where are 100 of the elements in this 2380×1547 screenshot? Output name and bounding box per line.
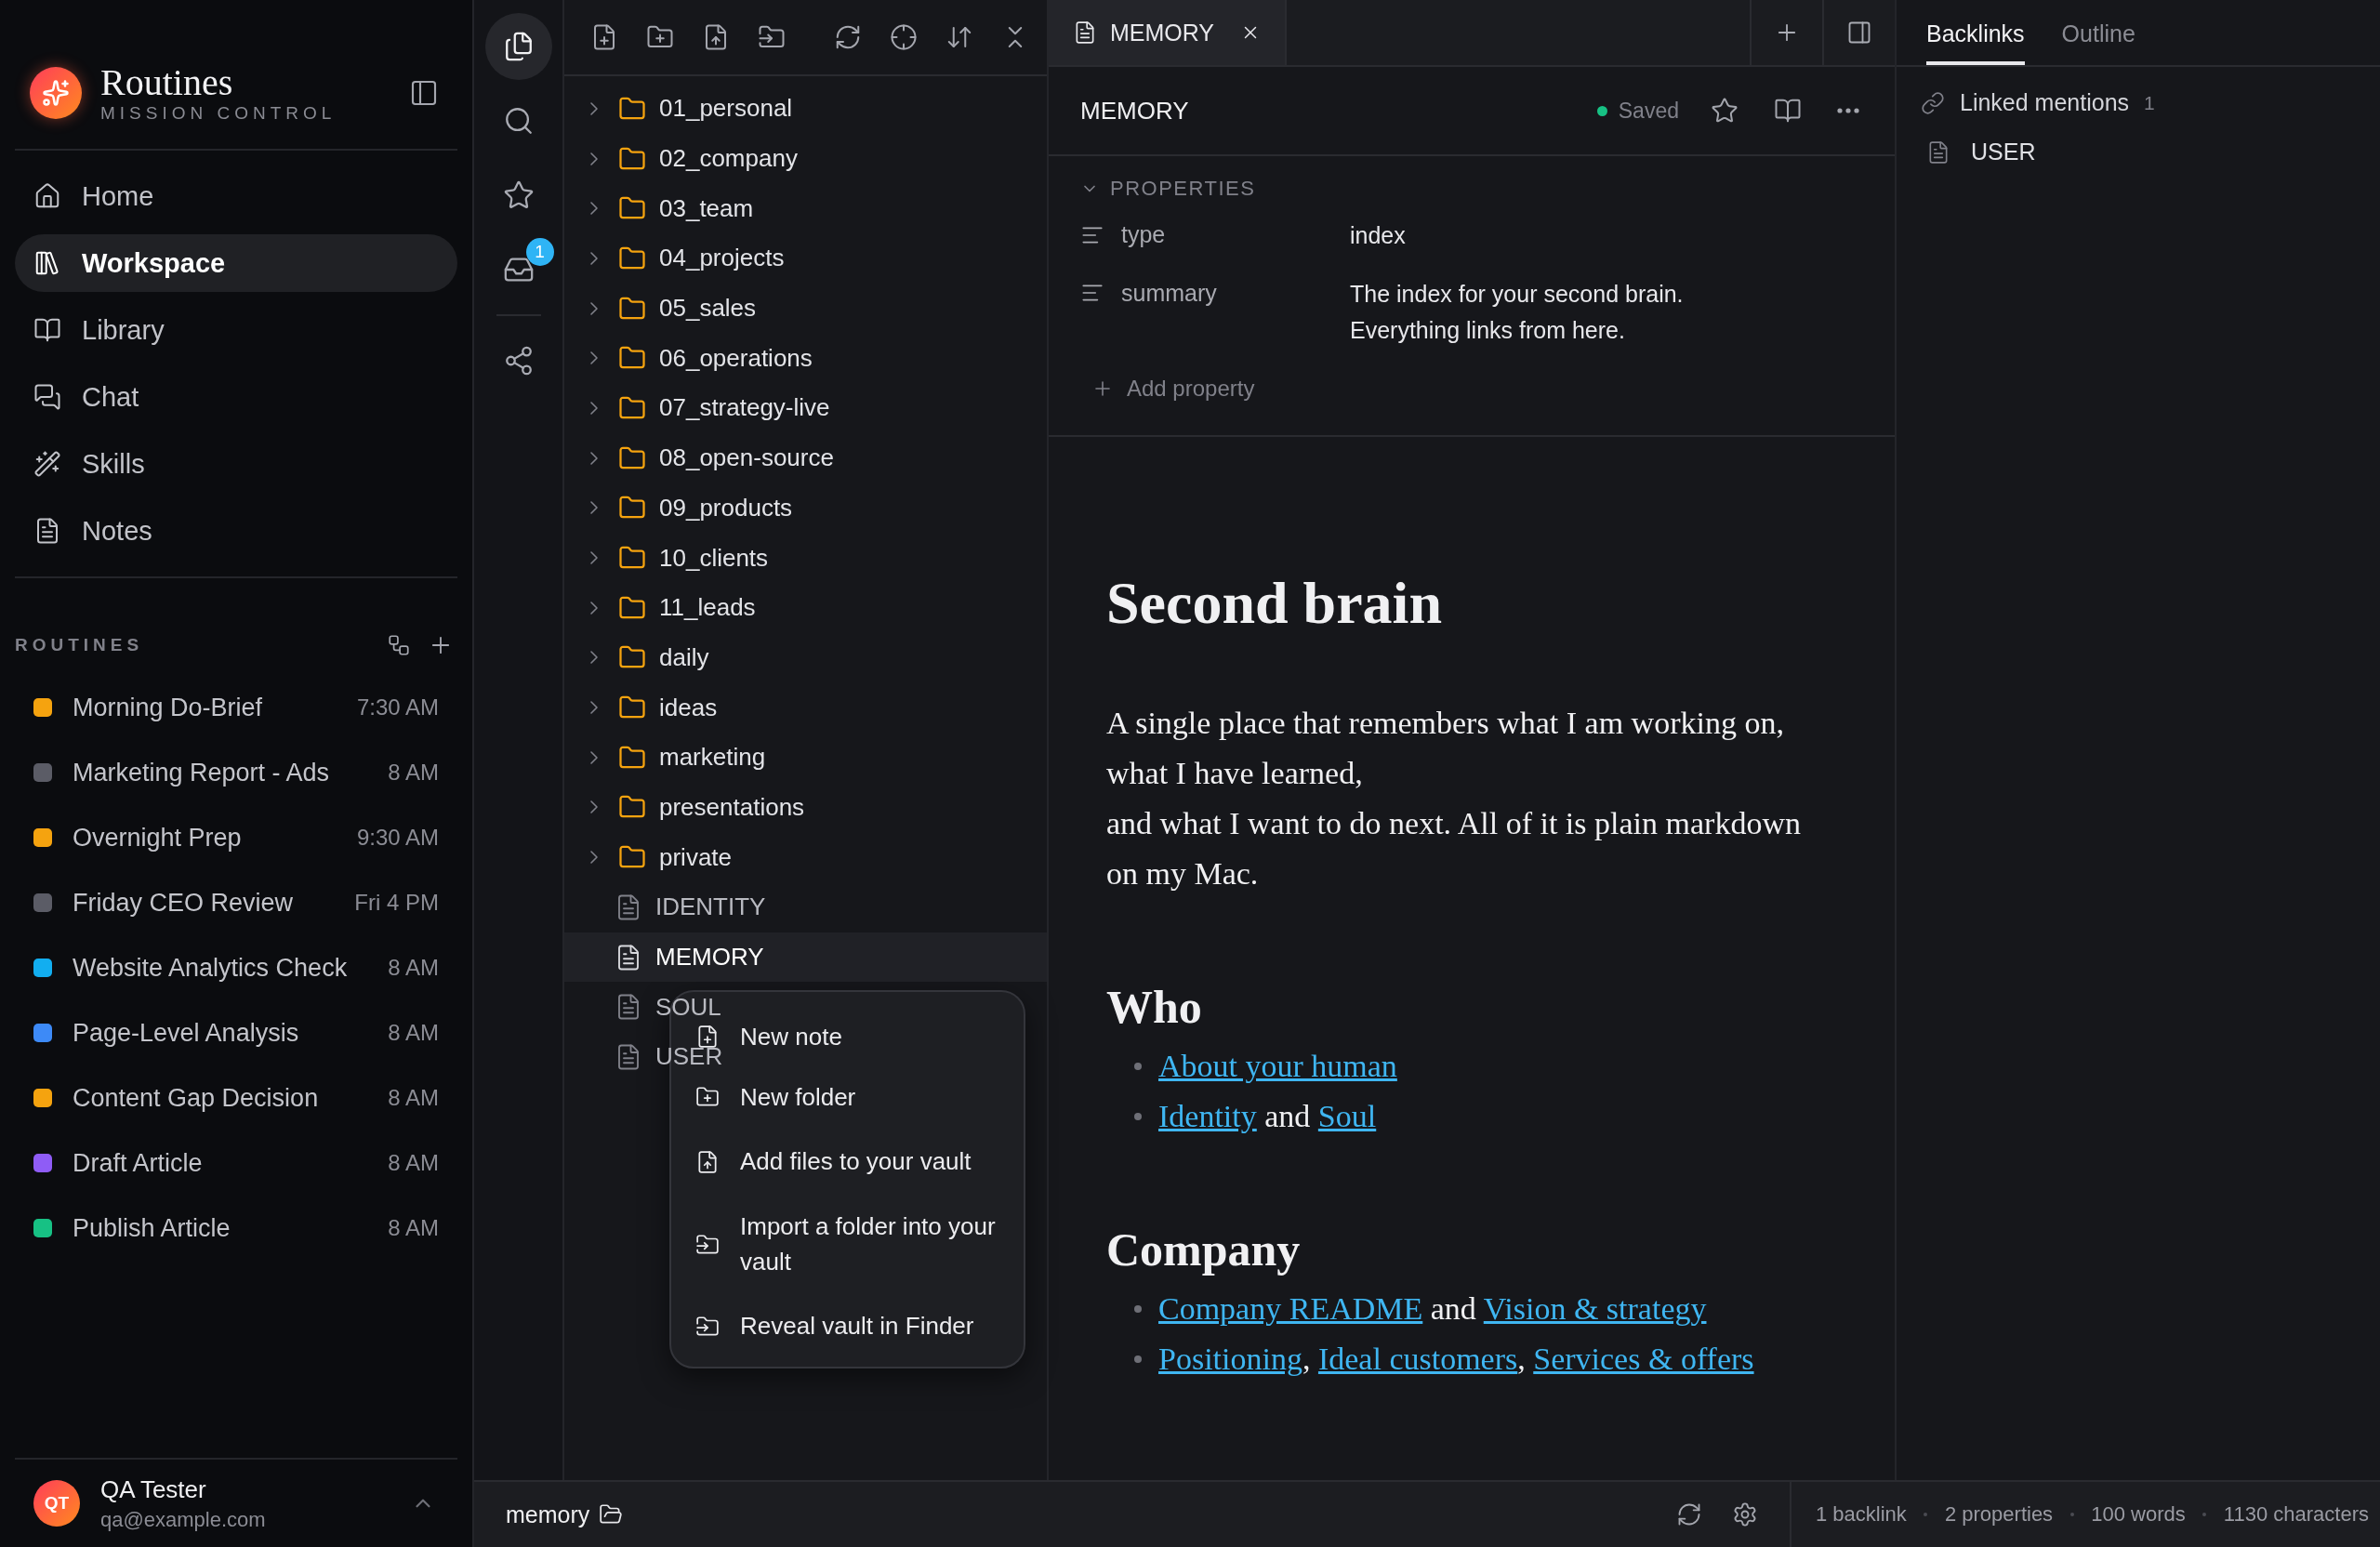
document-link[interactable]: Services & offers: [1533, 1342, 1754, 1377]
routine-item[interactable]: Morning Do-Brief 7:30 AM: [15, 675, 457, 740]
link-icon: [1921, 90, 1945, 115]
folder-name: 01_personal: [659, 94, 793, 124]
backlink-item[interactable]: USER: [1897, 126, 2380, 178]
document-link[interactable]: Ideal customers: [1317, 1342, 1518, 1377]
file-item[interactable]: USER: [564, 1032, 723, 1082]
crosshair-icon: [890, 23, 918, 51]
menu-item[interactable]: New folder: [671, 1079, 1024, 1116]
routine-item[interactable]: Publish Article 8 AM: [15, 1196, 457, 1261]
bullet-icon: [1134, 1305, 1142, 1314]
routine-name: Content Gap Decision: [73, 1083, 320, 1113]
file-plus-icon: [695, 1025, 720, 1050]
nav-item[interactable]: Workspace: [15, 234, 457, 292]
document-link[interactable]: Identity: [1158, 1099, 1257, 1134]
document-link[interactable]: Positioning: [1158, 1342, 1302, 1377]
folder-item[interactable]: 08_open-source: [564, 432, 834, 483]
routine-item[interactable]: Draft Article 8 AM: [15, 1130, 457, 1196]
user-email: qa@example.com: [100, 1507, 267, 1532]
editor-tab[interactable]: MEMORY: [1049, 0, 1288, 65]
routine-item[interactable]: Page-Level Analysis 8 AM: [15, 1000, 457, 1065]
routine-time: 8 AM: [388, 1020, 439, 1046]
routine-item[interactable]: Website Analytics Check 8 AM: [15, 935, 457, 1000]
folder-item[interactable]: presentations: [564, 782, 805, 833]
menu-item[interactable]: Reveal vault in Finder: [671, 1309, 1024, 1345]
folder-import-icon: [695, 1232, 720, 1257]
properties-toggle[interactable]: PROPERTIES: [1080, 169, 1256, 208]
nav-item[interactable]: Notes: [15, 502, 457, 560]
property-value: index: [1350, 221, 1406, 250]
document-link[interactable]: Company README: [1158, 1291, 1423, 1327]
file-item[interactable]: MEMORY: [564, 932, 1047, 983]
folder-item[interactable]: 01_personal: [564, 84, 793, 134]
bullet-icon: [1134, 1355, 1142, 1364]
routine-item[interactable]: Overnight Prep 9:30 AM: [15, 805, 457, 870]
file-item[interactable]: SOUL: [564, 982, 721, 1033]
chat-icon: [33, 383, 61, 411]
folder-item[interactable]: 10_clients: [564, 533, 769, 583]
folder-item[interactable]: daily: [564, 632, 709, 683]
folder-name: 08_open-source: [659, 443, 834, 473]
routine-item[interactable]: Friday CEO Review Fri 4 PM: [15, 870, 457, 935]
book-icon: [1774, 97, 1802, 125]
folder-item[interactable]: private: [564, 832, 733, 882]
section-label: Linked mentions: [1960, 89, 2130, 116]
folder-name: 07_strategy-live: [659, 393, 830, 423]
section-heading: Who: [1106, 980, 1203, 1035]
folder-name: 05_sales: [659, 294, 757, 324]
document-link[interactable]: Soul: [1317, 1099, 1377, 1134]
list-text: and: [1429, 1291, 1477, 1327]
routine-name: Website Analytics Check: [73, 953, 349, 983]
nav-item[interactable]: Chat: [15, 368, 457, 426]
nav-item[interactable]: Skills: [15, 435, 457, 493]
status-stat: 1130 characters: [2223, 1502, 2369, 1527]
routine-name: Marketing Report - Ads: [73, 758, 331, 787]
property-name: summary: [1121, 279, 1217, 307]
folder-name: 11_leads: [659, 593, 756, 623]
folder-item[interactable]: 05_sales: [564, 283, 757, 334]
menu-item[interactable]: Add files to your vault: [671, 1144, 1024, 1180]
status-stat: 2 properties: [1944, 1502, 2054, 1527]
menu-item[interactable]: Import a folder into your vault: [671, 1209, 1024, 1280]
routine-name: Page-Level Analysis: [73, 1018, 300, 1048]
folder-item[interactable]: 03_team: [564, 183, 754, 234]
folder-item[interactable]: 11_leads: [564, 582, 756, 633]
file-item[interactable]: IDENTITY: [564, 882, 766, 932]
folder-item[interactable]: 02_company: [564, 133, 798, 184]
folder-icon: [599, 1502, 624, 1527]
folder-item[interactable]: 06_operations: [564, 333, 813, 384]
folder-item[interactable]: 07_strategy-live: [564, 383, 830, 433]
routine-time: Fri 4 PM: [354, 890, 439, 916]
routine-time: 8 AM: [388, 1150, 439, 1176]
nav-item[interactable]: Home: [15, 167, 457, 225]
routine-item[interactable]: Marketing Report - Ads 8 AM: [15, 740, 457, 805]
document-link[interactable]: Vision & strategy: [1483, 1291, 1707, 1327]
status-stat: 100 words: [2091, 1502, 2186, 1527]
routine-name: Draft Article: [73, 1148, 204, 1178]
sidebar-icon: [409, 78, 439, 108]
routine-item[interactable]: Content Gap Decision 8 AM: [15, 1065, 457, 1130]
document-heading: Second brain: [1106, 569, 1443, 639]
folder-name: daily: [659, 642, 709, 672]
add-property-button[interactable]: Add property: [1080, 361, 1266, 417]
routine-name: Friday CEO Review: [73, 888, 295, 918]
panel-tab[interactable]: Backlinks: [1926, 0, 2025, 65]
folder-item[interactable]: marketing: [564, 732, 766, 783]
folder-item[interactable]: 09_products: [564, 483, 793, 534]
routine-name: Morning Do-Brief: [73, 693, 264, 722]
status-stat: 1 backlink: [1816, 1502, 1907, 1527]
panel-tab[interactable]: Outline: [2061, 0, 2135, 65]
file-name: IDENTITY: [655, 892, 766, 922]
document-link[interactable]: About your human: [1158, 1049, 1397, 1084]
folder-name: 02_company: [659, 144, 798, 174]
home-icon: [33, 182, 61, 210]
routine-time: 8 AM: [388, 760, 439, 786]
folder-item[interactable]: 04_projects: [564, 233, 785, 284]
folder-name: 10_clients: [659, 543, 769, 573]
user-avatar: QT: [33, 1480, 80, 1527]
property-name: type: [1121, 221, 1166, 248]
routine-time: 8 AM: [388, 955, 439, 981]
nav-item[interactable]: Library: [15, 301, 457, 359]
book-icon: [33, 316, 61, 344]
folder-item[interactable]: ideas: [564, 682, 718, 733]
list-text: and: [1263, 1099, 1312, 1134]
